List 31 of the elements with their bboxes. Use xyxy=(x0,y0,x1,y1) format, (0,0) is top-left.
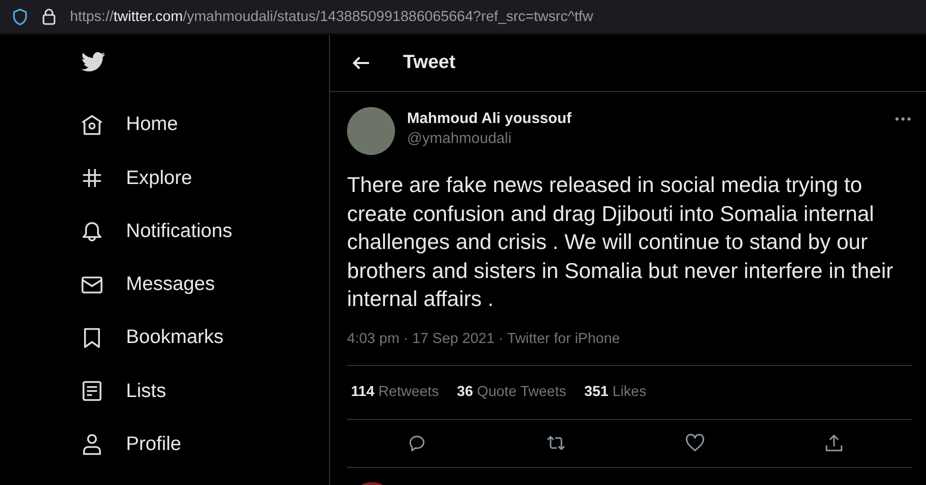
nav-item[interactable]: Bookmarks xyxy=(80,311,329,364)
nav-item[interactable]: Profile xyxy=(80,418,329,471)
reply-icon[interactable] xyxy=(406,433,427,453)
nav-item[interactable]: Home xyxy=(80,98,329,152)
person-icon xyxy=(80,432,104,456)
stat-link[interactable]: 114 Retweets xyxy=(351,384,439,400)
lock-icon xyxy=(42,8,56,25)
author-name[interactable]: Mahmoud Ali youssouf xyxy=(407,110,572,127)
address-bar[interactable]: https://twitter.com/ymahmoudali/status/1438850991886065664?ref_src=twsrc^tfw xyxy=(0,0,926,35)
nav-item[interactable]: Explore xyxy=(80,151,329,205)
bird-logo-icon[interactable] xyxy=(80,52,107,72)
bell-icon xyxy=(80,219,104,244)
share-icon[interactable] xyxy=(824,433,844,453)
nav-item[interactable]: Lists xyxy=(80,364,329,418)
home-icon xyxy=(80,112,104,137)
more-icon[interactable] xyxy=(895,117,911,121)
author-handle[interactable]: @ymahmoudali xyxy=(407,130,572,147)
list-icon xyxy=(80,379,104,404)
stat-link[interactable]: 351 Likes xyxy=(584,384,646,400)
nav-item[interactable]: Messages xyxy=(80,258,329,312)
tweet-timestamp[interactable]: 4:03 pm · 17 Sep 2021 · Twitter for iPhone xyxy=(347,330,912,366)
avatar-photo-placeholder[interactable] xyxy=(347,107,395,155)
url-text[interactable]: https://twitter.com/ymahmoudali/status/1438850991886065664?ref_src=twsrc^tfw xyxy=(70,8,594,24)
back-arrow-icon[interactable] xyxy=(352,56,370,70)
retweet-icon[interactable] xyxy=(546,433,566,453)
page-title: Tweet xyxy=(403,52,456,74)
tweet-text: There are fake news released in social media trying to create confusion and drag Djibouti into Somalia internal challenges and crisis . We will continue to stand by our brothers and sisters in Somalia but never interfere in their internal affairs . xyxy=(347,172,894,313)
nav-item[interactable]: Notifications xyxy=(80,204,329,258)
stat-link[interactable]: 36 Quote Tweets xyxy=(456,384,566,400)
shield-icon[interactable] xyxy=(12,8,28,26)
heart-icon[interactable] xyxy=(685,433,706,453)
